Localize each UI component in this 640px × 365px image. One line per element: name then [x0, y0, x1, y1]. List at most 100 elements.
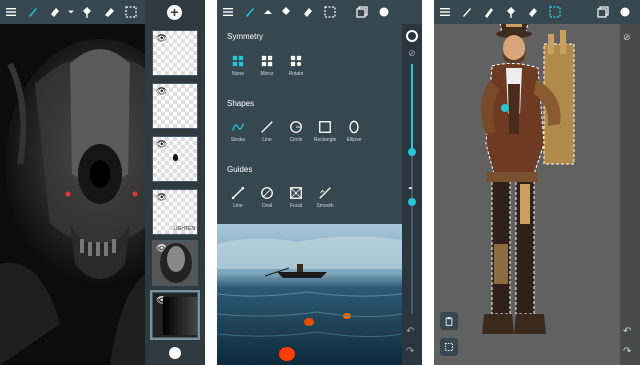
top-toolbar	[217, 0, 422, 24]
layer-preview	[163, 297, 197, 335]
redo-icon[interactable]: ↷	[623, 346, 631, 357]
visibility-icon[interactable]: 👁	[156, 86, 167, 97]
color-indicator[interactable]	[169, 347, 181, 359]
brush-preview-icon[interactable]	[406, 30, 418, 42]
guide-line-button[interactable]: Line	[223, 184, 253, 209]
layer-thumbnail[interactable]: 👁	[152, 30, 198, 76]
boat-painting[interactable]	[217, 224, 402, 365]
layer-blend-label: LIGHTEN	[173, 226, 195, 232]
option-label: Stroke	[230, 137, 246, 143]
menu-icon[interactable]	[434, 0, 456, 24]
brush-settings-rail: ⊘ ◓ ↶ ↷	[402, 24, 422, 365]
guide-focal-icon	[281, 184, 311, 202]
opacity-slider-thumb[interactable]	[408, 197, 416, 206]
option-label: Focal	[289, 203, 303, 209]
shape-stroke-button[interactable]: Stroke	[223, 118, 253, 143]
size-slider-thumb[interactable]	[408, 147, 416, 156]
redo-icon[interactable]: ↷	[406, 346, 414, 357]
menu-icon[interactable]	[217, 0, 239, 24]
eraser-icon[interactable]	[522, 0, 544, 24]
chevron-down-icon[interactable]	[66, 0, 76, 24]
color-icon[interactable]	[614, 0, 636, 24]
eraser-icon[interactable]	[44, 0, 66, 24]
option-label: Rotate	[288, 71, 304, 77]
symmetry-rotate-button[interactable]: Rotate	[281, 52, 311, 77]
selection-icon[interactable]	[319, 0, 341, 24]
visibility-icon[interactable]: 👁	[156, 139, 167, 150]
smudge-icon[interactable]	[98, 0, 120, 24]
brush-icon[interactable]	[22, 0, 44, 24]
fill-icon[interactable]	[500, 0, 522, 24]
layer-thumbnail[interactable]: 👁	[152, 136, 198, 182]
screenshot-collage: + 👁 👁 👁 👁 LIGHTEN 👁 👁 Symmetry None Mirr…	[0, 0, 640, 365]
option-label: Oval	[261, 203, 273, 209]
shape-ellipse-button[interactable]: Ellipse	[339, 118, 369, 143]
visibility-icon[interactable]: 👁	[156, 33, 167, 44]
option-label: Smooth	[316, 203, 334, 209]
stroke-icon	[223, 118, 253, 136]
add-layer-button[interactable]: +	[167, 5, 182, 20]
guide-smooth-button[interactable]: Smooth	[310, 184, 340, 209]
alien-artwork[interactable]	[0, 24, 145, 365]
top-toolbar	[0, 0, 145, 24]
undo-icon[interactable]: ↶	[623, 326, 631, 337]
guide-line-icon	[223, 184, 253, 202]
tool-options-panel: Symmetry None Mirror Rotate Shapes Strok…	[217, 24, 402, 224]
screen-layers: + 👁 👁 👁 👁 LIGHTEN 👁 👁	[0, 0, 205, 365]
guide-smooth-icon	[310, 184, 340, 202]
option-label: Line	[233, 203, 243, 209]
selection-icon[interactable]	[544, 0, 566, 24]
fill-icon[interactable]	[275, 0, 297, 24]
pen-icon[interactable]	[478, 0, 500, 24]
chevron-up-icon[interactable]	[261, 0, 275, 24]
option-label: Mirror	[260, 71, 274, 77]
no-stroke-icon[interactable]: ⊘	[408, 48, 416, 59]
screen-tools: Symmetry None Mirror Rotate Shapes Strok…	[217, 0, 422, 365]
guides-title: Guides	[227, 165, 253, 174]
eraser-icon[interactable]	[297, 0, 319, 24]
option-label: Line	[262, 137, 272, 143]
right-rail: ⊘ ↶ ↷	[620, 24, 640, 365]
clipboard-icon	[445, 317, 453, 326]
top-toolbar	[434, 0, 640, 24]
brush-icon[interactable]	[239, 0, 261, 24]
selection-icon[interactable]	[120, 0, 142, 24]
option-label: None	[232, 71, 244, 77]
ellipse-icon	[339, 118, 369, 136]
undo-icon[interactable]: ↶	[406, 326, 414, 337]
steampunk-artwork[interactable]	[434, 24, 620, 365]
shapes-title: Shapes	[227, 99, 255, 108]
symmetry-mirror-button[interactable]: Mirror	[252, 52, 282, 77]
brush-icon[interactable]	[456, 0, 478, 24]
color-icon[interactable]	[373, 0, 395, 24]
selection-mode-icon	[445, 343, 453, 351]
guide-oval-button[interactable]: Oval	[252, 184, 282, 209]
menu-icon[interactable]	[0, 0, 22, 24]
size-slider-fill	[411, 64, 413, 152]
layer-mark	[173, 154, 178, 161]
shape-rectangle-button[interactable]: Rectangle	[310, 118, 340, 143]
layer-thumbnail[interactable]: 👁	[152, 240, 198, 286]
layer-thumbnail-selected[interactable]: 👁	[150, 290, 200, 340]
layer-thumbnail[interactable]: 👁	[152, 83, 198, 129]
symmetry-none-button[interactable]: None	[223, 52, 253, 77]
no-stroke-icon[interactable]: ⊘	[623, 32, 631, 43]
layers-icon[interactable]	[592, 0, 614, 24]
symmetry-none-icon	[223, 52, 253, 70]
selection-mode-button[interactable]	[440, 338, 458, 356]
circle-icon	[281, 118, 311, 136]
layer-thumbnail[interactable]: 👁 LIGHTEN	[152, 189, 198, 235]
clipboard-button[interactable]	[440, 312, 458, 330]
symmetry-title: Symmetry	[227, 32, 263, 41]
fill-icon[interactable]	[76, 0, 98, 24]
guide-focal-button[interactable]: Focal	[281, 184, 311, 209]
visibility-icon[interactable]: 👁	[156, 192, 167, 203]
layers-icon[interactable]	[351, 0, 373, 24]
option-label: Circle	[289, 137, 303, 143]
shape-line-button[interactable]: Line	[252, 118, 282, 143]
screen-selection: ⊘ ↶ ↷	[434, 0, 640, 365]
line-icon	[252, 118, 282, 136]
shape-circle-button[interactable]: Circle	[281, 118, 311, 143]
option-label: Rectangle	[313, 137, 337, 143]
option-label: Ellipse	[346, 137, 362, 143]
